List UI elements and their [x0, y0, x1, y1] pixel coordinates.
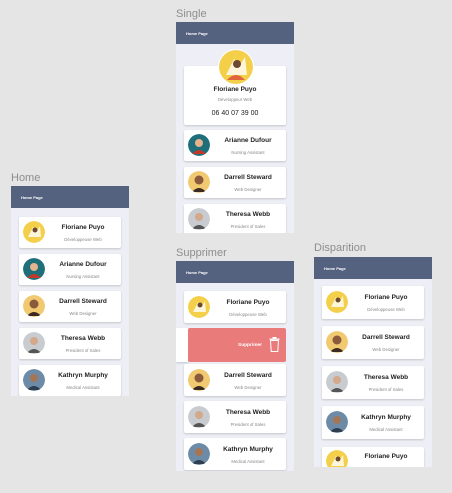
avatar-darrell: [188, 369, 210, 391]
avatar-theresa: [23, 332, 45, 354]
person-role: President of Sales: [230, 224, 266, 229]
avatar-darrell: [188, 171, 210, 193]
single-frame-label: Single: [176, 8, 207, 20]
avatar-arianne: [23, 258, 45, 280]
person-role: Web Designer: [234, 187, 262, 192]
detail-name: Floriane Puyo: [213, 86, 257, 93]
detail-phone[interactable]: 06 40 07 39 00: [184, 110, 286, 117]
swiped-list-item[interactable]: [176, 328, 188, 362]
list-item-theresa[interactable]: Theresa Webb President of Sales: [184, 401, 286, 433]
delete-label: Supprimer: [238, 343, 262, 348]
list-item-floriane[interactable]: Floriane Puyo Développeuse Web: [19, 217, 121, 248]
person-name: Darrell Steward: [59, 298, 107, 305]
list-item-kathryn[interactable]: Kathryn Murphy Medical Assistant: [184, 438, 286, 470]
person-role: Web Designer: [234, 385, 262, 390]
person-role: Medical Assistant: [369, 427, 403, 432]
list-item-floriane[interactable]: Floriane Puyo Développeuse Web: [322, 286, 424, 319]
avatar-floriane: [23, 221, 45, 243]
app-bar-title: Home Page: [186, 269, 208, 275]
person-role: President of Sales: [368, 387, 404, 392]
person-name: Kathryn Murphy: [361, 414, 411, 421]
person-name: Theresa Webb: [60, 335, 106, 342]
app-bar-title: Home Page: [324, 265, 346, 271]
person-name: Floriane Puyo: [364, 453, 408, 460]
person-role: President of Sales: [230, 422, 266, 427]
avatar-kathryn: [326, 411, 348, 433]
trash-icon[interactable]: [269, 337, 280, 352]
supprimer-frame-label: Supprimer: [176, 247, 227, 259]
avatar-floriane: [188, 296, 210, 318]
person-name: Kathryn Murphy: [58, 372, 108, 379]
avatar-theresa: [326, 371, 348, 393]
app-bar: Home Page: [11, 186, 129, 208]
person-name: Theresa Webb: [225, 211, 271, 218]
avatar-arianne: [188, 134, 210, 156]
avatar-kathryn: [23, 369, 45, 391]
person-role: Medical Assistant: [66, 385, 100, 390]
person-name: Theresa Webb: [363, 374, 409, 381]
avatar-floriane: [326, 291, 348, 313]
person-role: Développeuse Web: [367, 307, 405, 312]
person-name: Arianne Dufour: [59, 261, 107, 268]
home-frame-label: Home: [11, 172, 41, 184]
avatar-theresa: [188, 208, 210, 230]
person-name: Arianne Dufour: [224, 137, 272, 144]
supprimer-frame: Home Page Floriane Puyo Développeuse Web…: [176, 261, 294, 471]
disparition-frame: Home Page Floriane Puyo Développeuse Web…: [314, 257, 432, 467]
person-name: Darrell Steward: [224, 174, 272, 181]
person-role: Medical Assistant: [231, 459, 265, 464]
app-bar-title: Home Page: [186, 30, 208, 36]
list-item-darrell[interactable]: Darrell Steward Web Designer: [184, 364, 286, 396]
avatar-floriane: [326, 450, 348, 467]
list-item-theresa[interactable]: Theresa Webb President of Sales: [19, 328, 121, 359]
person-role: Nursing Assistant: [66, 274, 100, 279]
person-role: President of Sales: [65, 348, 101, 353]
list-item-darrell[interactable]: Darrell Steward Web Designer: [19, 291, 121, 322]
person-role: Web Designer: [69, 311, 97, 316]
avatar-theresa: [188, 406, 210, 428]
person-role: Nursing Assistant: [231, 150, 265, 155]
avatar-darrell: [326, 331, 348, 353]
avatar-kathryn: [188, 443, 210, 465]
person-name: Floriane Puyo: [364, 294, 408, 301]
list-item-theresa[interactable]: Theresa Webb President of Sales: [322, 366, 424, 399]
home-frame: Home Page Floriane Puyo Développeuse Web…: [11, 186, 129, 396]
person-name: Theresa Webb: [225, 409, 271, 416]
list-item-kathryn[interactable]: Kathryn Murphy Medical Assistant: [322, 406, 424, 439]
detail-avatar: [218, 49, 254, 85]
delete-action[interactable]: Supprimer: [188, 328, 286, 362]
list-item-arianne[interactable]: Arianne Dufour Nursing Assistant: [19, 254, 121, 285]
person-role: Développeuse Web: [64, 237, 102, 242]
person-name: Darrell Steward: [224, 372, 272, 379]
detail-role: Développeur Web: [217, 97, 253, 102]
person-role: Développeuse Web: [229, 312, 267, 317]
list-item-darrell[interactable]: Darrell Steward Web Designer: [322, 326, 424, 359]
person-name: Floriane Puyo: [226, 299, 270, 306]
list-item-darrell[interactable]: Darrell Steward Web Designer: [184, 167, 286, 198]
list-item-floriane-repeat[interactable]: Floriane Puyo: [322, 447, 424, 467]
list-item-arianne[interactable]: Arianne Dufour Nursing Assistant: [184, 130, 286, 161]
person-name: Darrell Steward: [362, 334, 410, 341]
app-bar: Home Page: [176, 22, 294, 44]
app-bar-title: Home Page: [21, 194, 43, 200]
person-role: Web Designer: [372, 347, 400, 352]
list-item-theresa[interactable]: Theresa Webb President of Sales: [184, 204, 286, 233]
single-frame: Home Page Floriane Puyo Développeur Web …: [176, 22, 294, 233]
person-name: Kathryn Murphy: [223, 446, 273, 453]
list-item-kathryn[interactable]: Kathryn Murphy Medical Assistant: [19, 365, 121, 396]
list-item-floriane[interactable]: Floriane Puyo Développeuse Web: [184, 291, 286, 323]
avatar-darrell: [23, 295, 45, 317]
disparition-frame-label: Disparition: [314, 242, 366, 254]
app-bar: Home Page: [314, 257, 432, 279]
app-bar: Home Page: [176, 261, 294, 283]
person-name: Floriane Puyo: [61, 224, 105, 231]
